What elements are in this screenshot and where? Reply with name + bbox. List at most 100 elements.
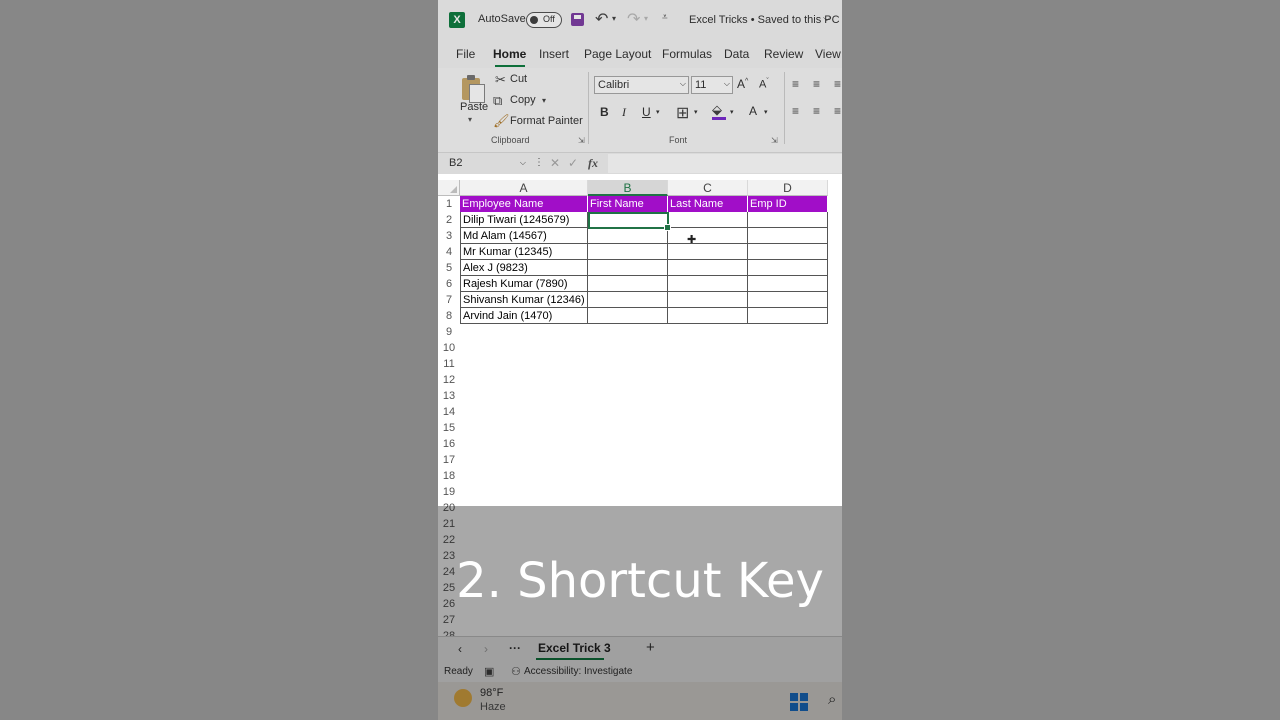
- align-bottom-icon[interactable]: ≡: [834, 77, 841, 91]
- data-cell[interactable]: [668, 276, 748, 292]
- data-cell[interactable]: Mr Kumar (12345): [460, 244, 588, 260]
- header-cell[interactable]: Employee Name: [460, 196, 588, 212]
- data-cell[interactable]: [588, 276, 668, 292]
- format-painter-button[interactable]: Format Painter: [510, 115, 583, 127]
- data-cell[interactable]: [668, 308, 748, 324]
- column-header-c[interactable]: C: [668, 180, 748, 196]
- row-header[interactable]: 3: [438, 228, 460, 244]
- font-launcher-icon[interactable]: ⇲: [771, 136, 778, 145]
- row-header[interactable]: 14: [438, 404, 460, 420]
- data-cell[interactable]: Arvind Jain (1470): [460, 308, 588, 324]
- add-sheet-icon[interactable]: +: [646, 639, 655, 656]
- paste-button[interactable]: Paste: [460, 101, 488, 113]
- row-header[interactable]: 18: [438, 468, 460, 484]
- more-sheets-icon[interactable]: ···: [509, 641, 521, 655]
- row-header[interactable]: 6: [438, 276, 460, 292]
- underline-dropdown-icon[interactable]: ▾: [656, 108, 660, 116]
- row-header[interactable]: 15: [438, 420, 460, 436]
- row-header[interactable]: 5: [438, 260, 460, 276]
- header-cell[interactable]: Emp ID: [748, 196, 828, 212]
- row-header[interactable]: 19: [438, 484, 460, 500]
- data-cell[interactable]: [588, 228, 668, 244]
- tab-file[interactable]: File: [456, 47, 475, 61]
- data-cell[interactable]: [748, 212, 828, 228]
- enter-icon[interactable]: ✓: [568, 156, 578, 170]
- data-cell[interactable]: [668, 260, 748, 276]
- borders-dropdown-icon[interactable]: ▾: [694, 108, 698, 116]
- tab-page-layout[interactable]: Page Layout: [584, 47, 651, 61]
- font-color-icon[interactable]: A: [749, 104, 757, 118]
- data-cell[interactable]: [748, 292, 828, 308]
- more-options-icon[interactable]: ⋮: [534, 157, 544, 168]
- row-header[interactable]: 16: [438, 436, 460, 452]
- data-cell[interactable]: [668, 244, 748, 260]
- customize-qat-icon[interactable]: ⩡: [662, 12, 668, 23]
- scissors-icon[interactable]: ✂: [495, 72, 506, 88]
- row-header[interactable]: 12: [438, 372, 460, 388]
- row-header[interactable]: 10: [438, 340, 460, 356]
- formula-input[interactable]: [608, 154, 842, 173]
- windows-start-icon[interactable]: [790, 693, 808, 711]
- data-cell[interactable]: [748, 260, 828, 276]
- column-header-b[interactable]: B: [588, 180, 668, 196]
- fill-dropdown-icon[interactable]: ▾: [730, 108, 734, 116]
- row-header[interactable]: 2: [438, 212, 460, 228]
- column-header-a[interactable]: A: [460, 180, 588, 196]
- search-icon[interactable]: ⌕: [828, 691, 836, 708]
- row-header[interactable]: 1: [438, 196, 460, 212]
- data-cell[interactable]: [588, 308, 668, 324]
- accessibility-icon[interactable]: ⚇: [511, 665, 521, 678]
- data-cell[interactable]: Shivansh Kumar (12346): [460, 292, 588, 308]
- weather-condition[interactable]: Haze: [480, 701, 506, 713]
- data-cell[interactable]: Rajesh Kumar (7890): [460, 276, 588, 292]
- underline-icon[interactable]: U: [642, 105, 651, 119]
- data-cell[interactable]: [668, 292, 748, 308]
- paste-icon[interactable]: [460, 74, 485, 103]
- data-cell[interactable]: [668, 212, 748, 228]
- align-left-icon[interactable]: ≡: [792, 104, 799, 118]
- data-cell[interactable]: [748, 244, 828, 260]
- tab-data[interactable]: Data: [724, 47, 749, 61]
- weather-sun-icon[interactable]: [454, 689, 472, 707]
- data-cell[interactable]: Alex J (9823): [460, 260, 588, 276]
- data-cell[interactable]: [588, 244, 668, 260]
- insert-function-button[interactable]: fx: [588, 156, 598, 171]
- active-cell-b2[interactable]: [588, 212, 671, 231]
- row-header[interactable]: 13: [438, 388, 460, 404]
- autosave-toggle[interactable]: Off: [526, 12, 562, 28]
- fill-handle[interactable]: [664, 224, 671, 231]
- header-cell[interactable]: Last Name: [668, 196, 748, 212]
- copy-button[interactable]: Copy: [510, 94, 536, 106]
- undo-dropdown-icon[interactable]: ▾: [612, 14, 616, 23]
- cancel-icon[interactable]: ✕: [550, 156, 560, 170]
- copy-icon[interactable]: ⧉: [493, 93, 502, 109]
- clipboard-launcher-icon[interactable]: ⇲: [578, 136, 585, 145]
- row-header[interactable]: 20: [438, 500, 460, 516]
- borders-icon[interactable]: ⊞: [676, 103, 689, 123]
- redo-icon[interactable]: ↷: [627, 9, 640, 29]
- data-cell[interactable]: [588, 260, 668, 276]
- next-sheet-icon[interactable]: ›: [484, 642, 488, 656]
- undo-icon[interactable]: ↶: [595, 9, 608, 29]
- data-cell[interactable]: [588, 292, 668, 308]
- row-header[interactable]: 9: [438, 324, 460, 340]
- bold-icon[interactable]: B: [600, 105, 609, 119]
- name-box[interactable]: B2 ⌵: [446, 155, 526, 172]
- data-cell[interactable]: [748, 308, 828, 324]
- font-size-select[interactable]: 11 ⌵: [691, 76, 733, 94]
- row-header[interactable]: 27: [438, 612, 460, 628]
- row-header[interactable]: 8: [438, 308, 460, 324]
- align-center-icon[interactable]: ≡: [813, 104, 820, 118]
- font-name-select[interactable]: Calibri ⌵: [594, 76, 689, 94]
- weather-temperature[interactable]: 98°F: [480, 687, 503, 699]
- paste-dropdown-icon[interactable]: ▾: [468, 115, 472, 124]
- copy-dropdown-icon[interactable]: ▾: [542, 96, 546, 105]
- tab-view[interactable]: View: [815, 47, 841, 61]
- accessibility-status[interactable]: Accessibility: Investigate: [524, 666, 632, 677]
- data-cell[interactable]: [748, 276, 828, 292]
- cut-button[interactable]: Cut: [510, 73, 527, 85]
- fill-color-icon[interactable]: ⬙: [712, 102, 722, 118]
- prev-sheet-icon[interactable]: ‹: [458, 642, 462, 656]
- data-cell[interactable]: Dilip Tiwari (1245679): [460, 212, 588, 228]
- data-cell[interactable]: [668, 228, 748, 244]
